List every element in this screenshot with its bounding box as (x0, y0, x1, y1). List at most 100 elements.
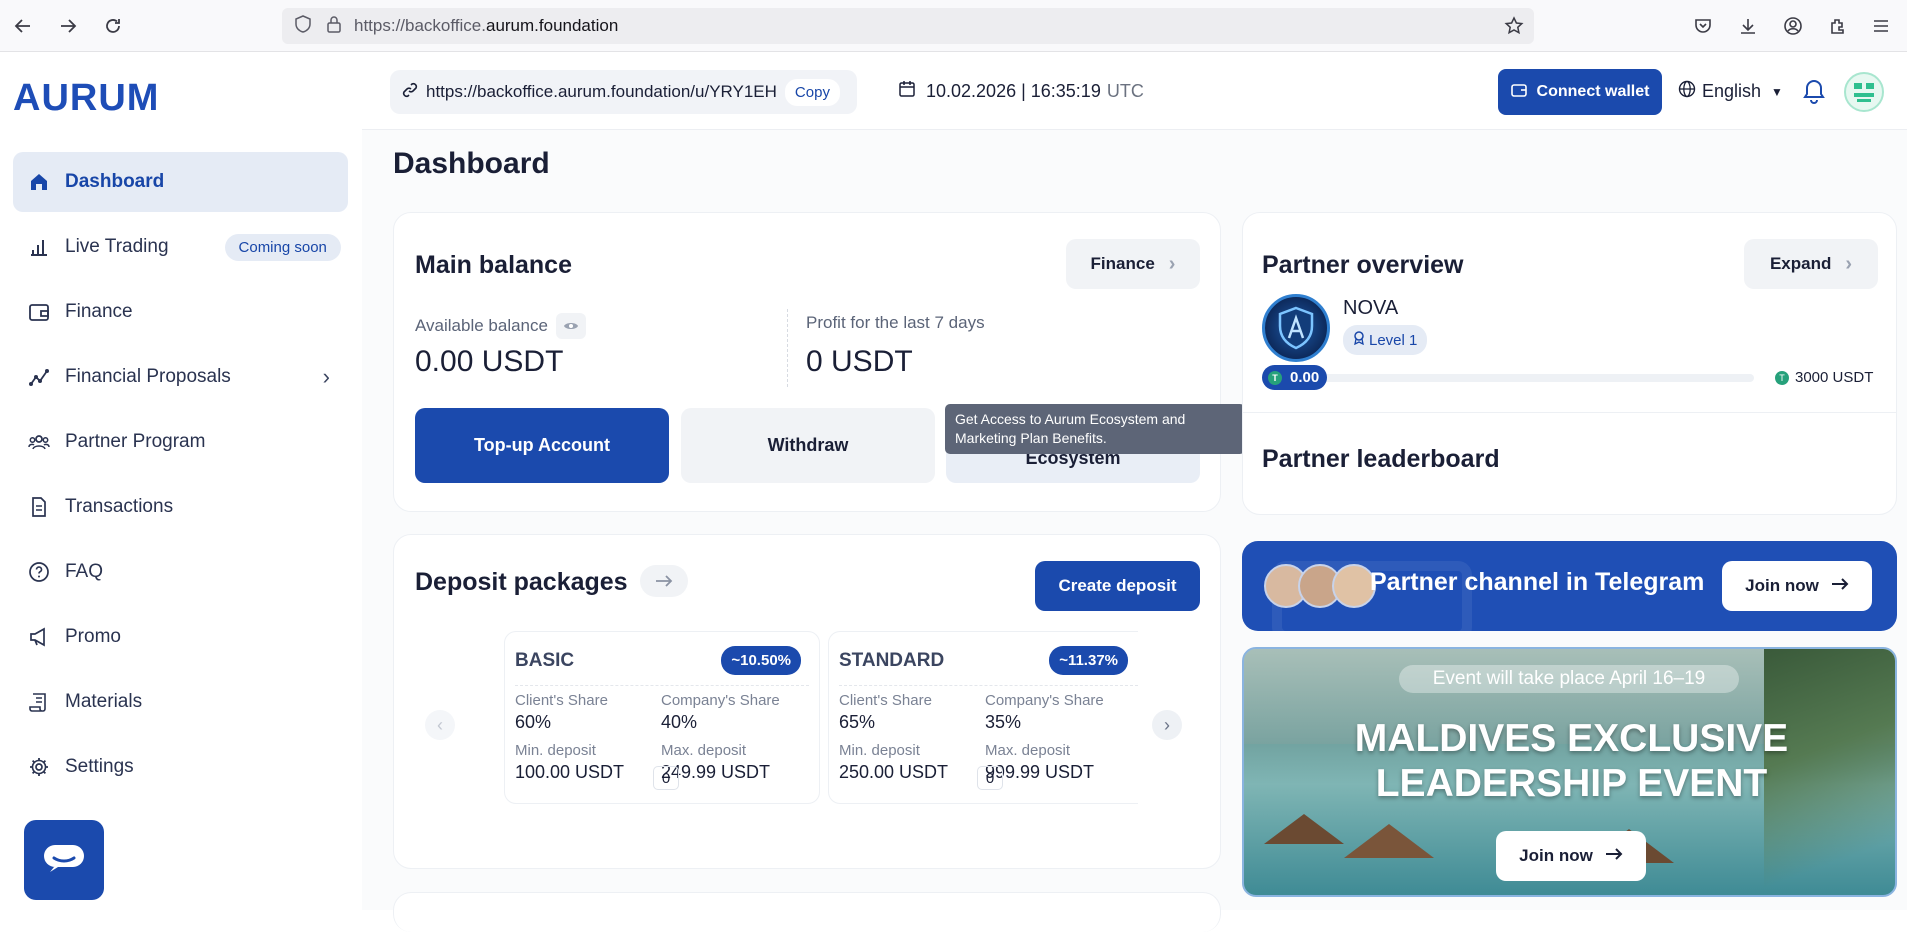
join-label: Join now (1745, 576, 1819, 595)
award-icon (1353, 331, 1365, 349)
sidebar-item-label: Materials (65, 691, 143, 712)
user-avatar[interactable] (1844, 72, 1884, 112)
question-icon (27, 560, 51, 584)
client-share-label: Client's Share (839, 692, 932, 709)
access-tooltip: Get Access to Aurum Ecosystem and Market… (945, 404, 1245, 454)
progress-current-pill: T 0.00 (1262, 365, 1328, 390)
rank-badge-icon (1262, 294, 1330, 362)
chevron-right-icon: › (1164, 714, 1170, 735)
event-date-pill: Event will take place April 16–19 (1399, 665, 1739, 693)
sidebar-item-promo[interactable]: Promo (13, 607, 348, 667)
url-host: aurum.foundation (485, 16, 619, 35)
pocket-icon[interactable] (1690, 13, 1716, 39)
finance-button-label: Finance (1090, 254, 1155, 273)
profit-value: 0 USDT (806, 345, 913, 378)
create-deposit-button[interactable]: Create deposit (1035, 561, 1200, 611)
timezone-text: UTC (1106, 81, 1144, 101)
date-text: 10.02.2026 | 16:35:19 (926, 81, 1101, 101)
sidebar-item-faq[interactable]: FAQ (13, 542, 348, 602)
package-rate-badge: ~11.37% (1049, 646, 1128, 675)
expand-button[interactable]: Expand › (1744, 239, 1878, 289)
available-balance-value: 0.00 USDT (415, 345, 564, 378)
expand-button-label: Expand (1769, 254, 1832, 273)
company-share-value: 35% (985, 712, 1022, 732)
sidebar-item-transactions[interactable]: Transactions (13, 477, 348, 537)
hut-decoration (1264, 814, 1344, 844)
package-count: 0 (653, 766, 679, 790)
max-deposit-label: Max. deposit (985, 742, 1071, 759)
support-chat-button[interactable] (24, 820, 104, 900)
sidebar-item-live-trading[interactable]: Live Trading Coming soon (13, 217, 348, 277)
page-title: Dashboard (393, 147, 550, 180)
divider (1243, 412, 1896, 413)
coming-soon-badge: Coming soon (224, 233, 341, 261)
event-title-line1: MALDIVES EXCLUSIVE (1354, 717, 1789, 760)
withdraw-button[interactable]: Withdraw (681, 408, 935, 483)
star-icon[interactable] (1504, 16, 1524, 41)
client-share-value: 65% (839, 712, 876, 732)
level-label: Level 1 (1369, 331, 1418, 349)
event-banner[interactable]: Event will take place April 16–19 MALDIV… (1242, 647, 1897, 897)
language-label: English (1702, 81, 1762, 101)
deposit-packages-title: Deposit packages (415, 568, 628, 596)
forward-icon[interactable] (55, 13, 81, 39)
shield-icon (294, 14, 312, 38)
min-deposit-label: Min. deposit (515, 742, 596, 759)
notification-bell-icon[interactable] (1802, 78, 1826, 109)
people-icon (27, 430, 51, 454)
aurum-logo[interactable]: AURUM (13, 77, 159, 120)
sidebar-item-finance[interactable]: Finance (13, 282, 348, 342)
profit-label: Profit for the last 7 days (806, 313, 985, 332)
partner-overview-card: Partner overview Expand › NOVA Level 1 T… (1242, 212, 1897, 515)
server-datetime: 10.02.2026 | 16:35:19 UTC (898, 80, 1144, 103)
connect-wallet-button[interactable]: Connect wallet (1498, 69, 1662, 115)
sidebar-item-partner-program[interactable]: Partner Program (13, 412, 348, 472)
progress-target: T 3000 USDT (1775, 369, 1873, 386)
sidebar-item-settings[interactable]: Settings (13, 737, 348, 797)
divider (839, 685, 1138, 686)
topup-account-button[interactable]: Top-up Account (415, 408, 669, 483)
sidebar-item-materials[interactable]: Materials (13, 672, 348, 732)
partner-overview-title: Partner overview (1262, 251, 1464, 279)
client-share-label: Client's Share (515, 692, 608, 709)
address-bar[interactable]: https://backoffice. aurum.foundation (282, 8, 1534, 44)
divider (515, 685, 809, 686)
hut-decoration (1344, 824, 1434, 858)
sidebar-item-financial-proposals[interactable]: Financial Proposals › (13, 347, 348, 407)
client-share-value: 60% (515, 712, 552, 732)
telegram-banner-text: Partner channel in Telegram (1370, 568, 1705, 596)
back-icon[interactable] (10, 13, 36, 39)
usdt-icon: T (1775, 370, 1789, 385)
company-share-label: Company's Share (985, 692, 1104, 709)
account-icon[interactable] (1780, 13, 1806, 39)
wallet-icon (1510, 82, 1527, 103)
menu-icon[interactable] (1868, 13, 1894, 39)
reload-icon[interactable] (100, 13, 126, 39)
finance-button[interactable]: Finance › (1066, 239, 1200, 289)
top-bar: https://backoffice.aurum.foundation/u/YR… (362, 52, 1907, 130)
progress-current-value: 0.00 (1290, 369, 1320, 386)
partner-leaderboard-title[interactable]: Partner leaderboard (1262, 445, 1500, 474)
sidebar: AURUM Dashboard Live Trading Coming soon… (0, 52, 362, 910)
package-rate-badge: ~10.50% (721, 646, 801, 675)
carousel-next-button[interactable]: › (1152, 710, 1182, 740)
arrow-right-icon[interactable] (640, 565, 688, 597)
carousel-prev-button[interactable]: ‹ (425, 710, 455, 740)
eye-icon[interactable] (555, 313, 586, 339)
extensions-icon[interactable] (1825, 13, 1851, 39)
event-join-button[interactable]: Join now (1496, 831, 1646, 881)
chevron-right-icon: › (1845, 252, 1853, 275)
download-icon[interactable] (1735, 13, 1761, 39)
telegram-join-button[interactable]: Join now (1722, 561, 1872, 611)
sidebar-item-label: Transactions (65, 496, 174, 517)
copy-link-button[interactable]: Copy (784, 78, 840, 106)
language-select[interactable]: English ▼ (1678, 80, 1783, 103)
sidebar-item-label: Promo (65, 626, 121, 647)
sidebar-item-label: FAQ (65, 561, 104, 582)
company-share-label: Company's Share (661, 692, 780, 709)
sidebar-item-dashboard[interactable]: Dashboard (13, 152, 348, 212)
company-share-value: 40% (661, 712, 698, 732)
chevron-down-icon: ▼ (1771, 84, 1783, 99)
telegram-banner[interactable]: Partner channel in Telegram Join now (1242, 541, 1897, 631)
min-deposit-value: 100.00 USDT (515, 762, 625, 782)
